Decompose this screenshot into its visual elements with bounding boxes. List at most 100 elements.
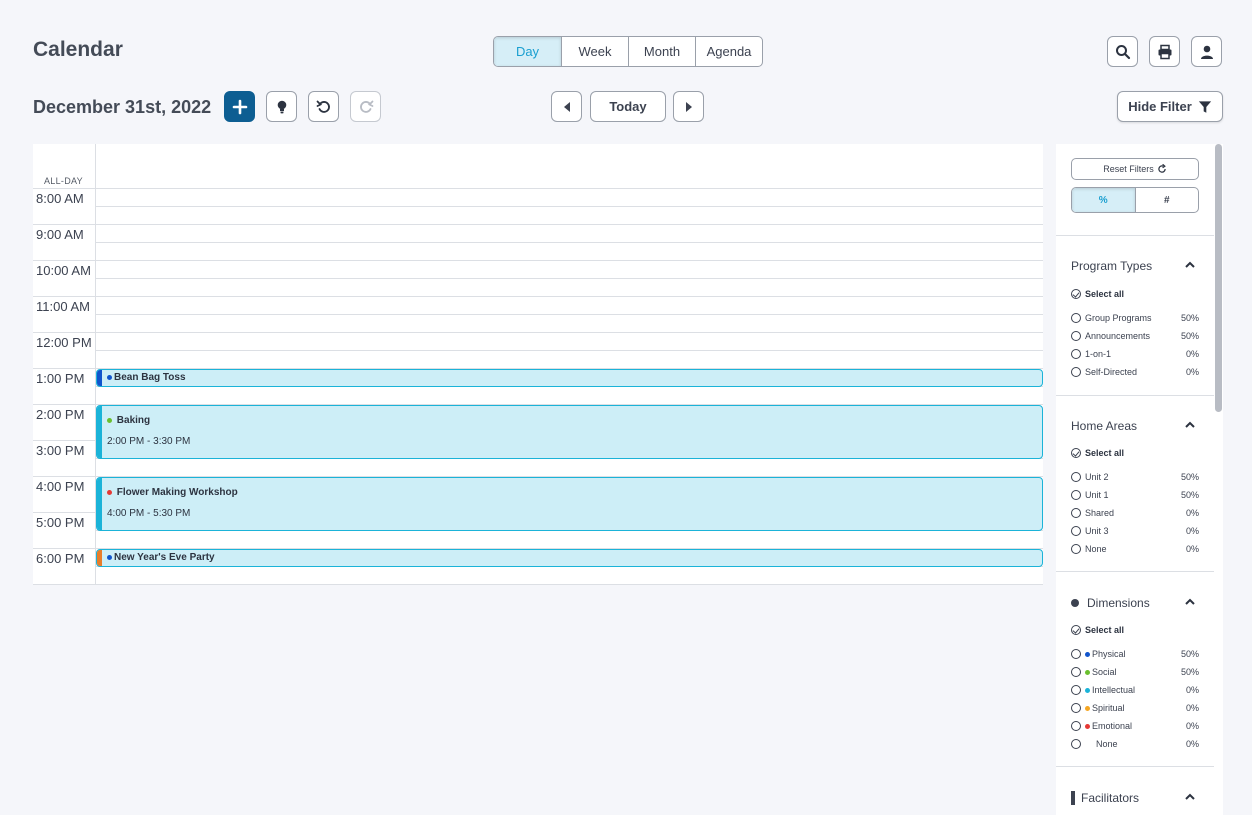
dimension-dot-icon (1085, 669, 1090, 675)
chevron-up-icon[interactable] (1184, 259, 1196, 271)
grid-line (96, 278, 1043, 279)
filter-option-label: Spiritual (1092, 703, 1125, 713)
time-label: 1:00 PM (36, 371, 85, 386)
chevron-up-icon[interactable] (1184, 791, 1196, 803)
grid-line (33, 188, 1043, 189)
time-label: 8:00 AM (36, 191, 84, 206)
time-label: 2:00 PM (36, 407, 85, 422)
event-title: Bean Bag Toss (107, 372, 186, 383)
event-title: Flower Making Workshop (107, 487, 238, 498)
filter-option[interactable]: 1-on-1 0% (1071, 347, 1199, 361)
next-day-button[interactable] (673, 91, 704, 122)
filter-option[interactable]: Social 50% (1071, 665, 1199, 679)
section-divider (1056, 571, 1214, 572)
reset-filters-button[interactable]: Reset Filters (1071, 158, 1199, 180)
view-week-button[interactable]: Week (561, 37, 628, 66)
chevron-up-icon[interactable] (1184, 596, 1196, 608)
facilitators-header[interactable]: Facilitators (1071, 791, 1139, 805)
filter-option[interactable]: Announcements 50% (1071, 329, 1199, 343)
program-types-header[interactable]: Program Types (1071, 259, 1152, 273)
event-bean-bag-toss[interactable]: Bean Bag Toss (96, 369, 1043, 387)
print-button[interactable] (1149, 36, 1180, 67)
day-calendar-grid[interactable]: ALL-DAY 8:00 AM 9:00 AM 10:00 AM 11:00 A… (33, 144, 1043, 585)
radio-icon (1071, 490, 1081, 500)
dimension-dot-icon (107, 417, 112, 423)
hide-filter-button[interactable]: Hide Filter (1117, 91, 1223, 122)
view-agenda-button[interactable]: Agenda (695, 37, 762, 66)
dimensions-title: Dimensions (1087, 596, 1150, 610)
grid-line (33, 224, 1043, 225)
event-color-bar (97, 406, 102, 458)
today-button[interactable]: Today (590, 91, 666, 122)
check-circle-icon (1071, 289, 1081, 299)
event-color-bar (97, 370, 102, 386)
event-title-text: Baking (116, 415, 151, 426)
time-label: 4:00 PM (36, 479, 85, 494)
radio-icon (1071, 649, 1081, 659)
redo-button[interactable] (350, 91, 381, 122)
event-baking[interactable]: Baking 2:00 PM - 3:30 PM (96, 405, 1043, 459)
user-button[interactable] (1191, 36, 1222, 67)
idea-button[interactable] (266, 91, 297, 122)
select-all-program-types[interactable]: Select all (1071, 289, 1124, 299)
filter-option[interactable]: None 0% (1071, 737, 1199, 751)
filter-option[interactable]: Unit 3 0% (1071, 524, 1199, 538)
grid-line (96, 206, 1043, 207)
filter-option-percent: 0% (1185, 349, 1199, 359)
select-all-label: Select all (1085, 289, 1125, 299)
grid-line (33, 296, 1043, 297)
select-all-dimensions[interactable]: Select all (1071, 625, 1124, 635)
time-label: 9:00 AM (36, 227, 84, 242)
filter-option-percent: 0% (1185, 685, 1199, 695)
filter-option-label: Emotional (1092, 721, 1133, 731)
filter-option[interactable]: Unit 2 50% (1071, 470, 1199, 484)
event-title: Baking (107, 415, 150, 426)
select-all-home-areas[interactable]: Select all (1071, 448, 1124, 458)
filter-option[interactable]: Group Programs 50% (1071, 311, 1199, 325)
filter-option-label: Social (1092, 667, 1117, 677)
view-switcher: Day Week Month Agenda (493, 36, 763, 67)
search-button[interactable] (1107, 36, 1138, 67)
filter-option[interactable]: Physical 50% (1071, 647, 1199, 661)
filter-scrollbar-thumb[interactable] (1215, 144, 1222, 412)
radio-icon (1071, 685, 1081, 695)
percent-toggle-button[interactable]: % (1072, 188, 1136, 212)
filter-option[interactable]: None 0% (1071, 542, 1199, 556)
filter-option[interactable]: Self-Directed 0% (1071, 365, 1199, 379)
home-areas-header[interactable]: Home Areas (1071, 419, 1137, 433)
dimensions-header[interactable]: Dimensions (1071, 596, 1150, 610)
filter-option[interactable]: Shared 0% (1071, 506, 1199, 520)
view-day-button[interactable]: Day (494, 37, 561, 66)
event-flower-making-workshop[interactable]: Flower Making Workshop 4:00 PM - 5:30 PM (96, 477, 1043, 531)
grid-line (33, 260, 1043, 261)
event-title: New Year's Eve Party (107, 552, 215, 563)
dimension-dot-icon (107, 554, 112, 560)
add-event-button[interactable] (224, 91, 255, 122)
dimensions-dot-icon (1071, 599, 1079, 607)
facilitators-bar-icon (1071, 791, 1075, 805)
page-title: Calendar (33, 38, 123, 61)
radio-icon (1071, 703, 1081, 713)
grid-line (96, 314, 1043, 315)
filter-option-percent: 0% (1185, 721, 1199, 731)
filter-option-percent: 50% (1180, 313, 1199, 323)
radio-icon (1071, 313, 1081, 323)
section-divider (1056, 235, 1214, 236)
filter-option-label: Self-Directed (1085, 367, 1138, 377)
event-new-years-eve-party[interactable]: New Year's Eve Party (96, 549, 1043, 567)
filter-option[interactable]: Spiritual 0% (1071, 701, 1199, 715)
undo-button[interactable] (308, 91, 339, 122)
filter-option[interactable]: Unit 1 50% (1071, 488, 1199, 502)
filter-option[interactable]: Intellectual 0% (1071, 683, 1199, 697)
view-month-button[interactable]: Month (628, 37, 695, 66)
count-toggle-button[interactable]: # (1136, 188, 1199, 212)
dimension-dot-icon (1085, 687, 1090, 693)
dimension-dot-icon (1085, 651, 1090, 657)
previous-day-button[interactable] (551, 91, 582, 122)
radio-icon (1071, 508, 1081, 518)
event-time: 4:00 PM - 5:30 PM (107, 508, 191, 519)
filter-option[interactable]: Emotional 0% (1071, 719, 1199, 733)
time-label: 11:00 AM (36, 299, 90, 314)
dimension-dot-icon (107, 489, 112, 495)
chevron-up-icon[interactable] (1184, 419, 1196, 431)
